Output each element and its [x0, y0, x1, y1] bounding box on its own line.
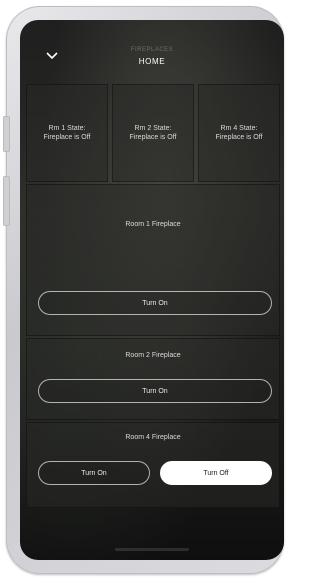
- room-1-turn-on-button[interactable]: Turn On: [38, 291, 272, 315]
- room-4-state-tile: Rm 4 State: Fireplace is Off: [198, 84, 280, 182]
- page-title: HOME: [138, 57, 166, 66]
- room-2-state-tile: Rm 2 State: Fireplace is Off: [112, 84, 194, 182]
- room-2-state-value: Fireplace is Off: [129, 134, 177, 141]
- room-1-state-value: Fireplace is Off: [43, 134, 91, 141]
- side-button-upper: [3, 116, 10, 152]
- room-4-state-label: Rm 4 State:: [220, 125, 258, 132]
- room-1-state-tile: Rm 1 State: Fireplace is Off: [26, 84, 108, 182]
- side-button-lower: [3, 176, 10, 226]
- app-screen: FIREPLACES HOME Rm 1 State: Fireplace is…: [20, 20, 284, 560]
- room-1-state-label: Rm 1 State:: [48, 125, 86, 132]
- room-2-fireplace-label: Room 2 Fireplace: [125, 352, 181, 359]
- room-4-turn-on-button[interactable]: Turn On: [38, 461, 150, 485]
- home-indicator: [115, 548, 189, 551]
- room-4-turn-off-button[interactable]: Turn Off: [160, 461, 272, 485]
- room-1-fireplace-card: Room 1 Fireplace Turn On: [26, 184, 280, 336]
- header-section-label: FIREPLACES: [130, 47, 174, 53]
- header: FIREPLACES HOME: [20, 20, 284, 80]
- room-4-state-value: Fireplace is Off: [215, 134, 263, 141]
- room-4-fireplace-card: Room 4 Fireplace Turn On Turn Off: [26, 422, 280, 508]
- room-1-fireplace-label: Room 1 Fireplace: [125, 221, 181, 228]
- room-2-fireplace-card: Room 2 Fireplace Turn On: [26, 338, 280, 420]
- room-2-state-label: Rm 2 State:: [134, 125, 172, 132]
- room-4-fireplace-label: Room 4 Fireplace: [125, 434, 181, 441]
- room-2-turn-on-button[interactable]: Turn On: [38, 379, 272, 403]
